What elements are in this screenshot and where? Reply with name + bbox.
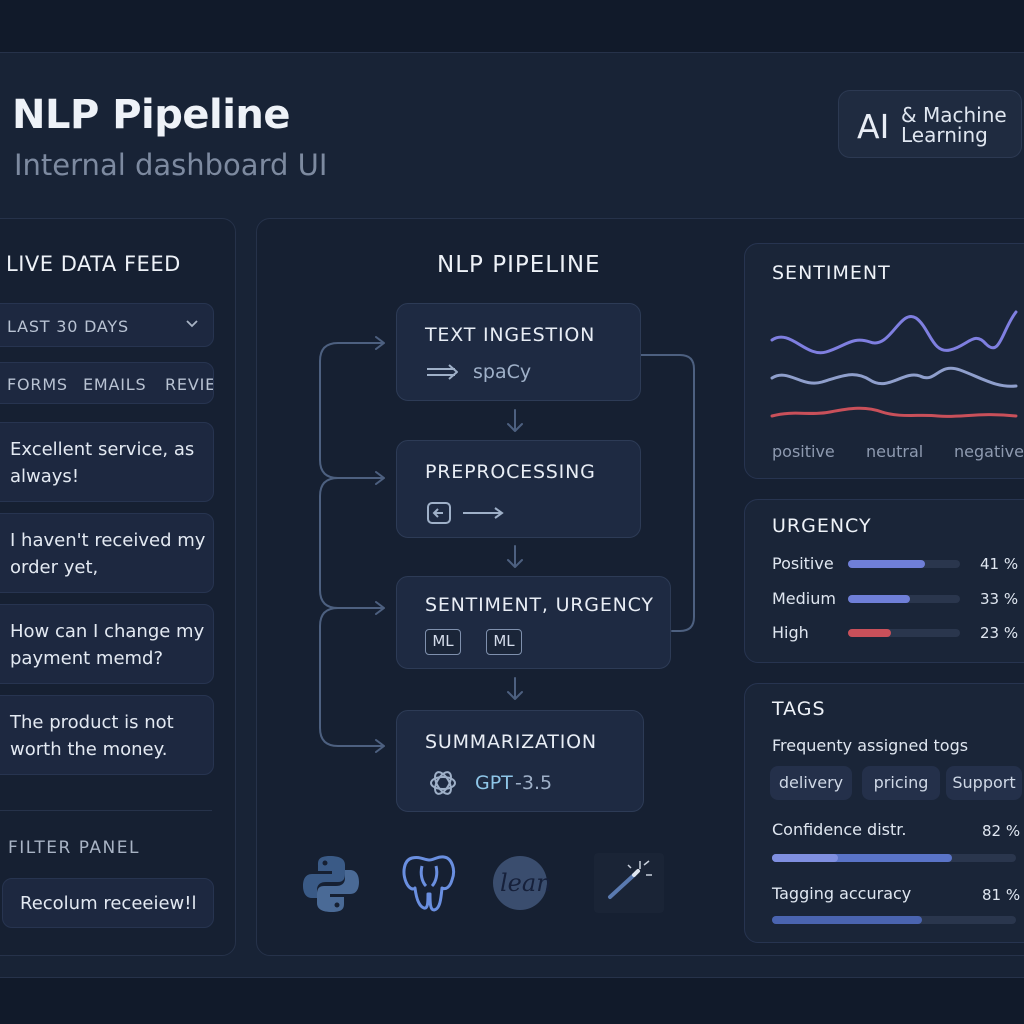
python-logo-icon: [303, 856, 359, 912]
urgency-bar-fill: [848, 560, 925, 568]
postgresql-logo-icon: [402, 855, 456, 912]
node-name: PREPROCESSING: [425, 461, 596, 483]
sentiment-sparklines: [770, 310, 1018, 418]
urgency-bar-track: [848, 595, 960, 603]
urgency-bar-fill: [848, 595, 910, 603]
node-name: SENTIMENT, URGENCY: [425, 594, 654, 616]
legend-neutral: neutral: [866, 442, 924, 461]
node-summarization[interactable]: SUMMARIZATION GPT -3.5: [396, 710, 644, 812]
urgency-label: Medium: [772, 589, 836, 608]
urgency-percent: 41 %: [980, 555, 1019, 573]
tag-chip[interactable]: pricing: [862, 766, 940, 800]
tags-title: TAGS: [772, 698, 826, 720]
urgency-label: Positive: [772, 554, 834, 573]
urgency-bar-track: [848, 629, 960, 637]
tokenize-icon: [427, 502, 504, 524]
accuracy-bar-fill: [772, 916, 923, 924]
node-preprocessing[interactable]: PREPROCESSING: [396, 440, 641, 538]
lean-logo-text: lean: [500, 869, 552, 897]
legend-positive: positive: [772, 442, 835, 461]
accuracy-label: Tagging accuracy: [772, 884, 912, 903]
tags-card: [744, 683, 1024, 943]
urgency-label: High: [772, 623, 809, 642]
ml-model-chip: ML: [425, 629, 461, 655]
model-version: -3.5: [515, 772, 553, 794]
arrow-right-icon: [427, 364, 458, 380]
node-sentiment-urgency[interactable]: SENTIMENT, URGENCY ML ML: [396, 576, 671, 669]
neutral-trend-line: [770, 366, 1018, 388]
confidence-percent: 82 %: [982, 822, 1021, 840]
node-text-ingestion[interactable]: TEXT INGESTION spaCy: [396, 303, 641, 401]
legend-negative: negative: [954, 442, 1024, 461]
lean-logo-icon: lean: [492, 855, 558, 911]
urgency-title: URGENCY: [772, 515, 872, 537]
tag-chip[interactable]: Support: [946, 766, 1022, 800]
node-name: SUMMARIZATION: [425, 731, 597, 753]
confidence-bar-highlight: [772, 854, 838, 862]
accuracy-bar-track: [772, 916, 1016, 924]
positive-trend-line: [770, 310, 1018, 355]
model-name: GPT: [475, 772, 513, 794]
magic-wand-logo-icon: [594, 853, 664, 913]
confidence-bar-track: [772, 854, 1016, 862]
confidence-label: Confidence distr.: [772, 820, 907, 839]
openai-icon: [430, 771, 456, 795]
ml-model-chip: ML: [486, 629, 522, 655]
urgency-bar-track: [848, 560, 960, 568]
urgency-bar-fill: [848, 629, 892, 637]
node-name: TEXT INGESTION: [425, 324, 596, 346]
node-tool-label: spaCy: [473, 361, 532, 383]
urgency-percent: 33 %: [980, 590, 1019, 608]
negative-trend-line: [770, 406, 1018, 418]
urgency-percent: 23 %: [980, 624, 1019, 642]
accuracy-percent: 81 %: [982, 886, 1021, 904]
sentiment-title: SENTIMENT: [772, 262, 891, 284]
tag-chip[interactable]: delivery: [770, 766, 852, 800]
tags-subtitle: Frequenty assigned togs: [772, 736, 969, 755]
